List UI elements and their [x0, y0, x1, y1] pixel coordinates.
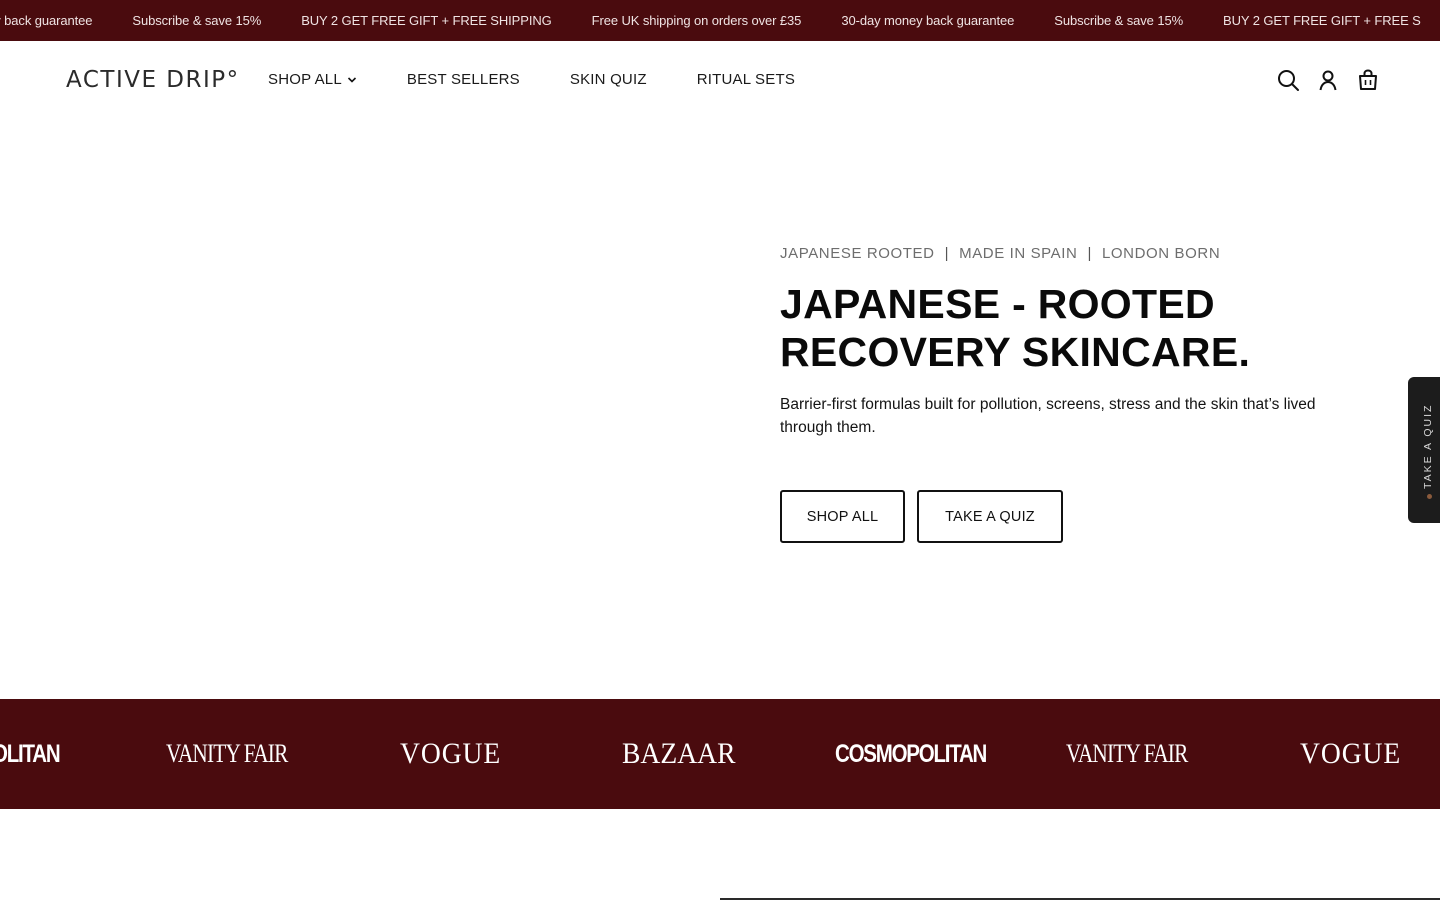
press-logo-vogue: VOGUE [1300, 737, 1402, 770]
announcement-item: Free UK shipping on orders over £35 [591, 13, 802, 28]
hero-tag: LONDON BORN [1101, 245, 1221, 262]
take-quiz-button[interactable]: TAKE A QUIZ [917, 490, 1063, 543]
press-logo-bazaar: BAZAAR [622, 737, 736, 770]
account-icon[interactable] [1316, 68, 1340, 92]
nav-best-sellers[interactable]: BEST SELLERS [407, 71, 520, 88]
main-nav: SHOP ALL BEST SELLERS SKIN QUIZ RITUAL S… [268, 71, 795, 88]
announcement-item: 30-day money back guarantee [841, 13, 1015, 28]
announcement-track: ney back guarantee Subscribe & save 15% … [0, 0, 1440, 41]
hero-tag: JAPANESE ROOTED [780, 245, 935, 262]
shop-all-button[interactable]: SHOP ALL [780, 490, 905, 543]
press-logo-vogue: VOGUE [400, 737, 502, 770]
hero-title-line: RECOVERY SKINCARE. [780, 329, 1251, 375]
hero-title: JAPANESE - ROOTED RECOVERY SKINCARE. [780, 280, 1380, 376]
hero-title-line: JAPANESE - ROOTED [780, 281, 1215, 327]
hero-tag: MADE IN SPAIN [959, 245, 1078, 262]
nav-ritual-sets[interactable]: RITUAL SETS [697, 71, 795, 88]
take-quiz-side-tab[interactable]: TAKE A QUIZ [1408, 377, 1440, 523]
nav-shop-all-label: SHOP ALL [268, 71, 342, 88]
chevron-down-icon [347, 76, 356, 83]
hero-tagline: JAPANESE ROOTED | MADE IN SPAIN | LONDON… [780, 245, 1220, 262]
announcement-item: BUY 2 GET FREE GIFT + FREE S [1223, 13, 1421, 28]
tag-separator: | [1087, 245, 1092, 262]
header-actions [1276, 68, 1380, 92]
announcement-item: Subscribe & save 15% [1054, 13, 1184, 28]
press-logo-vanity-fair: VANITY FAIR [166, 739, 288, 768]
cart-icon[interactable] [1356, 68, 1380, 92]
quiz-tab-label: TAKE A QUIZ [1422, 403, 1434, 489]
press-logos-band: OLITAN VANITY FAIR VOGUE BAZAAR COSMOPOL… [0, 699, 1440, 809]
tag-separator: | [944, 245, 950, 262]
nav-skin-quiz[interactable]: SKIN QUIZ [570, 71, 647, 88]
search-icon[interactable] [1276, 68, 1300, 92]
announcement-bar: ney back guarantee Subscribe & save 15% … [0, 0, 1440, 41]
press-logo-cosmopolitan: COSMOPOLITAN [835, 740, 987, 768]
site-header: ACTIVE DRIP° SHOP ALL BEST SELLERS SKIN … [0, 41, 1440, 119]
press-logo-vanity-fair: VANITY FAIR [1066, 739, 1188, 768]
dot-icon [1427, 494, 1432, 499]
announcement-item: Subscribe & save 15% [132, 13, 262, 28]
announcement-item: ney back guarantee [0, 13, 93, 28]
press-logo-cosmopolitan: OLITAN [0, 740, 61, 768]
hero-subtitle: Barrier-first formulas built for polluti… [780, 396, 1316, 436]
nav-shop-all[interactable]: SHOP ALL [268, 71, 357, 88]
brand-logo[interactable]: ACTIVE DRIP° [66, 67, 240, 93]
announcement-item: BUY 2 GET FREE GIFT + FREE SHIPPING [301, 13, 552, 28]
